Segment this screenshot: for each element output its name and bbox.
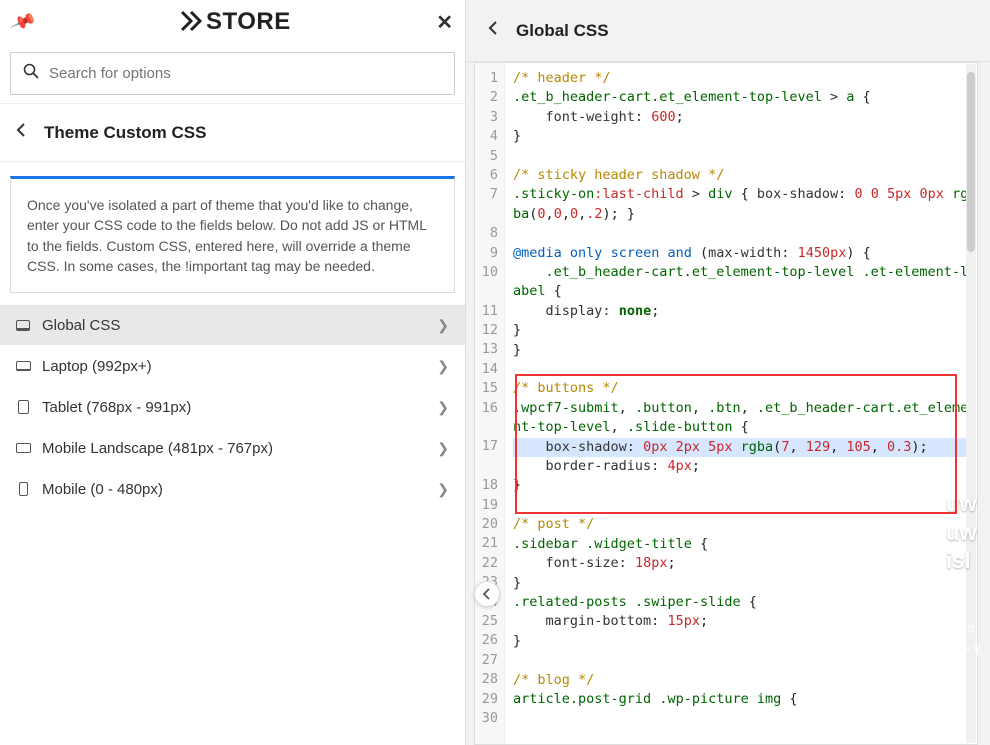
menu-item-label: Tablet (768px - 991px): [42, 399, 427, 416]
chevron-right-icon: ❯: [437, 481, 449, 498]
chevron-right-icon: ❯: [437, 358, 449, 375]
laptop-icon: [14, 357, 32, 375]
panel-header: 📌 STORE ✕: [0, 0, 465, 44]
editor-header: Global CSS: [466, 0, 990, 62]
menu-item-label: Global CSS: [42, 317, 427, 334]
close-icon[interactable]: ✕: [436, 10, 453, 35]
menu-item-tablet[interactable]: Tablet (768px - 991px) ❯: [0, 387, 465, 428]
collapse-toggle[interactable]: [474, 581, 500, 607]
editor-title: Global CSS: [516, 21, 609, 41]
back-icon[interactable]: [488, 20, 498, 41]
back-icon[interactable]: [16, 122, 26, 143]
chevron-right-icon: ❯: [437, 440, 449, 457]
menu-item-label: Mobile (0 - 480px): [42, 481, 427, 498]
css-scope-menu: Global CSS ❯ Laptop (992px+) ❯ Tablet (7…: [0, 305, 465, 510]
code-area[interactable]: /* header */.et_b_header-cart.et_element…: [505, 63, 977, 744]
mobile-landscape-icon: [14, 439, 32, 457]
tablet-icon: [14, 398, 32, 416]
preview-text-fragment: de id loos ij Sp: [946, 618, 990, 677]
menu-item-global-css[interactable]: Global CSS ❯: [0, 305, 465, 346]
search-icon: [23, 63, 39, 84]
preview-text-fragment: uw uw isl: [946, 490, 990, 576]
section-title-row: Theme Custom CSS: [0, 103, 465, 162]
menu-item-label: Mobile Landscape (481px - 767px): [42, 440, 427, 457]
hint-text: Once you've isolated a part of theme tha…: [10, 176, 455, 293]
desktop-icon: [14, 316, 32, 334]
chevron-right-icon: ❯: [437, 317, 449, 334]
scrollbar-thumb[interactable]: [967, 72, 975, 252]
menu-item-mobile[interactable]: Mobile (0 - 480px) ❯: [0, 469, 465, 510]
logo: STORE: [180, 8, 291, 36]
section-title: Theme Custom CSS: [44, 123, 206, 143]
chevron-right-icon: ❯: [437, 399, 449, 416]
search-input[interactable]: [49, 65, 442, 82]
mobile-icon: [14, 480, 32, 498]
editor-panel: Global CSS 12345678910111213141516171819…: [466, 0, 990, 745]
menu-item-mobile-landscape[interactable]: Mobile Landscape (481px - 767px) ❯: [0, 428, 465, 469]
search-box[interactable]: [10, 52, 455, 95]
line-gutter: 1234567891011121314151617181920212223242…: [475, 63, 505, 744]
css-editor[interactable]: 1234567891011121314151617181920212223242…: [474, 62, 978, 745]
menu-item-label: Laptop (992px+): [42, 358, 427, 375]
sidebar-panel: 📌 STORE ✕ Theme Custom CSS Once you've: [0, 0, 466, 745]
pin-icon[interactable]: 📌: [9, 8, 37, 35]
menu-item-laptop[interactable]: Laptop (992px+) ❯: [0, 346, 465, 387]
